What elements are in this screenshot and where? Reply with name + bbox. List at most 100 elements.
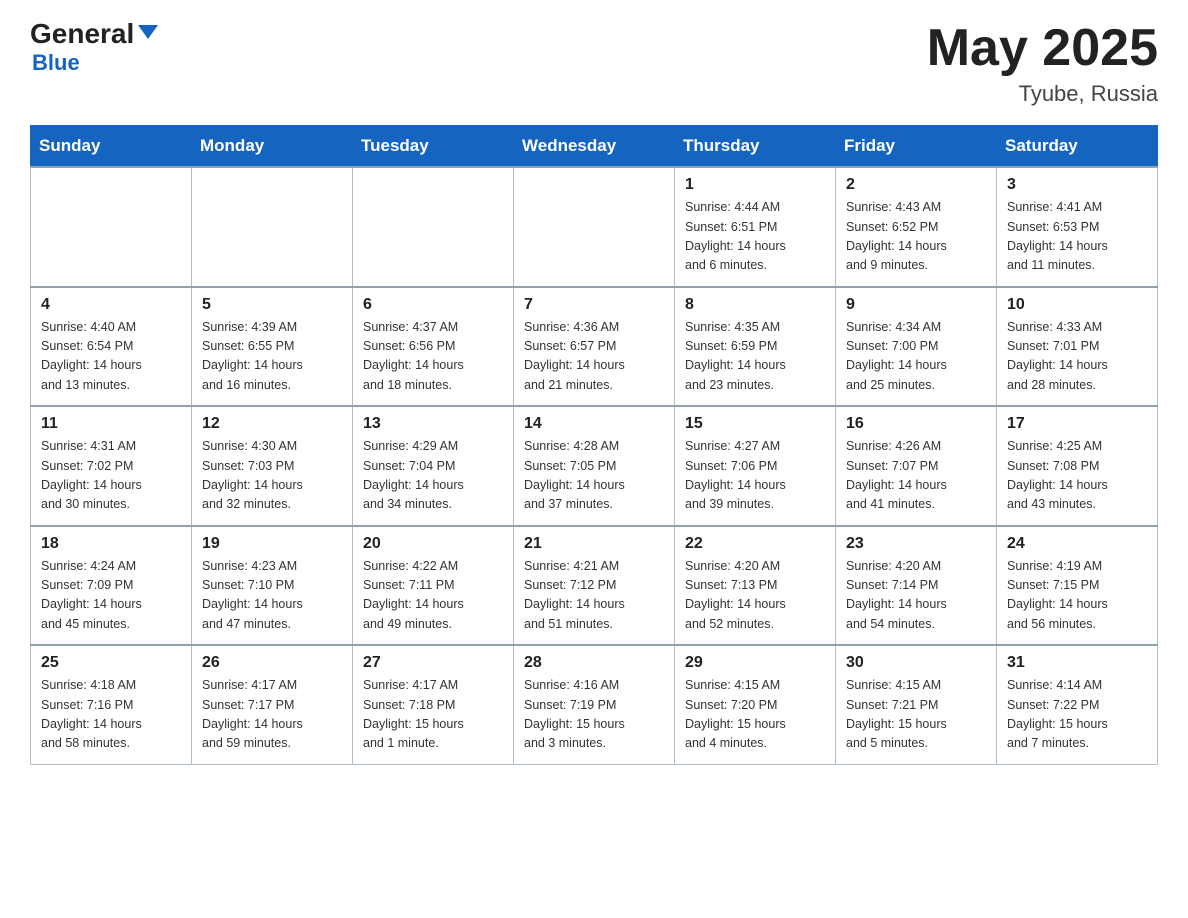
day-info: Sunrise: 4:37 AMSunset: 6:56 PMDaylight:… bbox=[363, 318, 503, 396]
day-info: Sunrise: 4:24 AMSunset: 7:09 PMDaylight:… bbox=[41, 557, 181, 635]
calendar-cell: 25 Sunrise: 4:18 AMSunset: 7:16 PMDayligh… bbox=[31, 645, 192, 764]
day-number: 13 bbox=[363, 415, 503, 433]
calendar-cell: 5 Sunrise: 4:39 AMSunset: 6:55 PMDaylight… bbox=[192, 287, 353, 407]
calendar-cell: 1Sunrise: 4:44 AMSunset: 6:51 PMDaylight… bbox=[675, 167, 836, 287]
weekday-header-saturday: Saturday bbox=[997, 126, 1158, 168]
calendar-cell: 4 Sunrise: 4:40 AMSunset: 6:54 PMDaylight… bbox=[31, 287, 192, 407]
day-info: Sunrise: 4:19 AMSunset: 7:15 PMDaylight:… bbox=[1007, 557, 1147, 635]
day-number: 29 bbox=[685, 654, 825, 672]
day-number: 25 bbox=[41, 654, 181, 672]
day-info: Sunrise: 4:39 AMSunset: 6:55 PMDaylight:… bbox=[202, 318, 342, 396]
day-info: Sunrise: 4:36 AMSunset: 6:57 PMDaylight:… bbox=[524, 318, 664, 396]
day-info: Sunrise: 4:16 AMSunset: 7:19 PMDaylight:… bbox=[524, 676, 664, 754]
calendar-cell: 28Sunrise: 4:16 AMSunset: 7:19 PMDayligh… bbox=[514, 645, 675, 764]
calendar-cell: 9 Sunrise: 4:34 AMSunset: 7:00 PMDaylight… bbox=[836, 287, 997, 407]
day-info: Sunrise: 4:31 AMSunset: 7:02 PMDaylight:… bbox=[41, 437, 181, 515]
week-row-1: 1Sunrise: 4:44 AMSunset: 6:51 PMDaylight… bbox=[31, 167, 1158, 287]
calendar-cell: 21Sunrise: 4:21 AMSunset: 7:12 PMDayligh… bbox=[514, 526, 675, 646]
weekday-header-sunday: Sunday bbox=[31, 126, 192, 168]
day-number: 3 bbox=[1007, 176, 1147, 194]
day-info: Sunrise: 4:33 AMSunset: 7:01 PMDaylight:… bbox=[1007, 318, 1147, 396]
calendar-cell: 18 Sunrise: 4:24 AMSunset: 7:09 PMDayligh… bbox=[31, 526, 192, 646]
day-info: Sunrise: 4:26 AMSunset: 7:07 PMDaylight:… bbox=[846, 437, 986, 515]
day-number: 26 bbox=[202, 654, 342, 672]
calendar-cell: 13 Sunrise: 4:29 AMSunset: 7:04 PMDayligh… bbox=[353, 406, 514, 526]
day-number: 23 bbox=[846, 535, 986, 553]
weekday-header-wednesday: Wednesday bbox=[514, 126, 675, 168]
day-number: 22 bbox=[685, 535, 825, 553]
weekday-header-monday: Monday bbox=[192, 126, 353, 168]
day-info: Sunrise: 4:29 AMSunset: 7:04 PMDaylight:… bbox=[363, 437, 503, 515]
day-info: Sunrise: 4:34 AMSunset: 7:00 PMDaylight:… bbox=[846, 318, 986, 396]
calendar-cell: 16 Sunrise: 4:26 AMSunset: 7:07 PMDayligh… bbox=[836, 406, 997, 526]
day-number: 24 bbox=[1007, 535, 1147, 553]
day-info: Sunrise: 4:35 AMSunset: 6:59 PMDaylight:… bbox=[685, 318, 825, 396]
calendar-cell: 22Sunrise: 4:20 AMSunset: 7:13 PMDayligh… bbox=[675, 526, 836, 646]
calendar-cell bbox=[31, 167, 192, 287]
calendar-cell bbox=[192, 167, 353, 287]
day-number: 8 bbox=[685, 296, 825, 314]
weekday-header-row: SundayMondayTuesdayWednesdayThursdayFrid… bbox=[31, 126, 1158, 168]
day-info: Sunrise: 4:15 AMSunset: 7:21 PMDaylight:… bbox=[846, 676, 986, 754]
day-number: 21 bbox=[524, 535, 664, 553]
day-number: 12 bbox=[202, 415, 342, 433]
week-row-3: 11 Sunrise: 4:31 AMSunset: 7:02 PMDayligh… bbox=[31, 406, 1158, 526]
day-info: Sunrise: 4:27 AMSunset: 7:06 PMDaylight:… bbox=[685, 437, 825, 515]
weekday-header-tuesday: Tuesday bbox=[353, 126, 514, 168]
day-number: 31 bbox=[1007, 654, 1147, 672]
week-row-2: 4 Sunrise: 4:40 AMSunset: 6:54 PMDaylight… bbox=[31, 287, 1158, 407]
day-number: 11 bbox=[41, 415, 181, 433]
day-number: 6 bbox=[363, 296, 503, 314]
day-number: 19 bbox=[202, 535, 342, 553]
calendar-cell bbox=[514, 167, 675, 287]
calendar-location: Tyube, Russia bbox=[927, 81, 1158, 107]
calendar-cell bbox=[353, 167, 514, 287]
day-number: 4 bbox=[41, 296, 181, 314]
calendar-cell: 12 Sunrise: 4:30 AMSunset: 7:03 PMDayligh… bbox=[192, 406, 353, 526]
calendar-cell: 10 Sunrise: 4:33 AMSunset: 7:01 PMDayligh… bbox=[997, 287, 1158, 407]
day-number: 7 bbox=[524, 296, 664, 314]
logo: General Blue bbox=[30, 20, 158, 76]
week-row-4: 18 Sunrise: 4:24 AMSunset: 7:09 PMDayligh… bbox=[31, 526, 1158, 646]
weekday-header-friday: Friday bbox=[836, 126, 997, 168]
day-info: Sunrise: 4:40 AMSunset: 6:54 PMDaylight:… bbox=[41, 318, 181, 396]
day-number: 9 bbox=[846, 296, 986, 314]
day-number: 20 bbox=[363, 535, 503, 553]
calendar-cell: 8 Sunrise: 4:35 AMSunset: 6:59 PMDaylight… bbox=[675, 287, 836, 407]
day-info: Sunrise: 4:17 AMSunset: 7:18 PMDaylight:… bbox=[363, 676, 503, 754]
calendar-cell: 23 Sunrise: 4:20 AMSunset: 7:14 PMDayligh… bbox=[836, 526, 997, 646]
day-number: 18 bbox=[41, 535, 181, 553]
weekday-header-thursday: Thursday bbox=[675, 126, 836, 168]
day-info: Sunrise: 4:44 AMSunset: 6:51 PMDaylight:… bbox=[685, 198, 825, 276]
week-row-5: 25 Sunrise: 4:18 AMSunset: 7:16 PMDayligh… bbox=[31, 645, 1158, 764]
calendar-cell: 17 Sunrise: 4:25 AMSunset: 7:08 PMDayligh… bbox=[997, 406, 1158, 526]
day-info: Sunrise: 4:20 AMSunset: 7:14 PMDaylight:… bbox=[846, 557, 986, 635]
logo-blue: Blue bbox=[32, 50, 80, 76]
day-info: Sunrise: 4:17 AMSunset: 7:17 PMDaylight:… bbox=[202, 676, 342, 754]
page-header: General Blue May 2025 Tyube, Russia bbox=[30, 20, 1158, 107]
calendar-cell: 6 Sunrise: 4:37 AMSunset: 6:56 PMDaylight… bbox=[353, 287, 514, 407]
day-info: Sunrise: 4:23 AMSunset: 7:10 PMDaylight:… bbox=[202, 557, 342, 635]
calendar-cell: 15Sunrise: 4:27 AMSunset: 7:06 PMDayligh… bbox=[675, 406, 836, 526]
calendar-cell: 26 Sunrise: 4:17 AMSunset: 7:17 PMDayligh… bbox=[192, 645, 353, 764]
day-info: Sunrise: 4:18 AMSunset: 7:16 PMDaylight:… bbox=[41, 676, 181, 754]
day-info: Sunrise: 4:41 AMSunset: 6:53 PMDaylight:… bbox=[1007, 198, 1147, 276]
day-info: Sunrise: 4:22 AMSunset: 7:11 PMDaylight:… bbox=[363, 557, 503, 635]
day-info: Sunrise: 4:43 AMSunset: 6:52 PMDaylight:… bbox=[846, 198, 986, 276]
day-number: 14 bbox=[524, 415, 664, 433]
calendar-cell: 20 Sunrise: 4:22 AMSunset: 7:11 PMDayligh… bbox=[353, 526, 514, 646]
day-number: 16 bbox=[846, 415, 986, 433]
logo-triangle-icon bbox=[138, 25, 158, 39]
logo-general: General bbox=[30, 20, 158, 48]
day-number: 10 bbox=[1007, 296, 1147, 314]
calendar-cell: 29Sunrise: 4:15 AMSunset: 7:20 PMDayligh… bbox=[675, 645, 836, 764]
day-number: 5 bbox=[202, 296, 342, 314]
calendar-cell: 14Sunrise: 4:28 AMSunset: 7:05 PMDayligh… bbox=[514, 406, 675, 526]
calendar-cell: 31Sunrise: 4:14 AMSunset: 7:22 PMDayligh… bbox=[997, 645, 1158, 764]
day-number: 17 bbox=[1007, 415, 1147, 433]
calendar-cell: 24 Sunrise: 4:19 AMSunset: 7:15 PMDayligh… bbox=[997, 526, 1158, 646]
day-info: Sunrise: 4:30 AMSunset: 7:03 PMDaylight:… bbox=[202, 437, 342, 515]
day-info: Sunrise: 4:25 AMSunset: 7:08 PMDaylight:… bbox=[1007, 437, 1147, 515]
calendar-table: SundayMondayTuesdayWednesdayThursdayFrid… bbox=[30, 125, 1158, 765]
calendar-cell: 7 Sunrise: 4:36 AMSunset: 6:57 PMDaylight… bbox=[514, 287, 675, 407]
